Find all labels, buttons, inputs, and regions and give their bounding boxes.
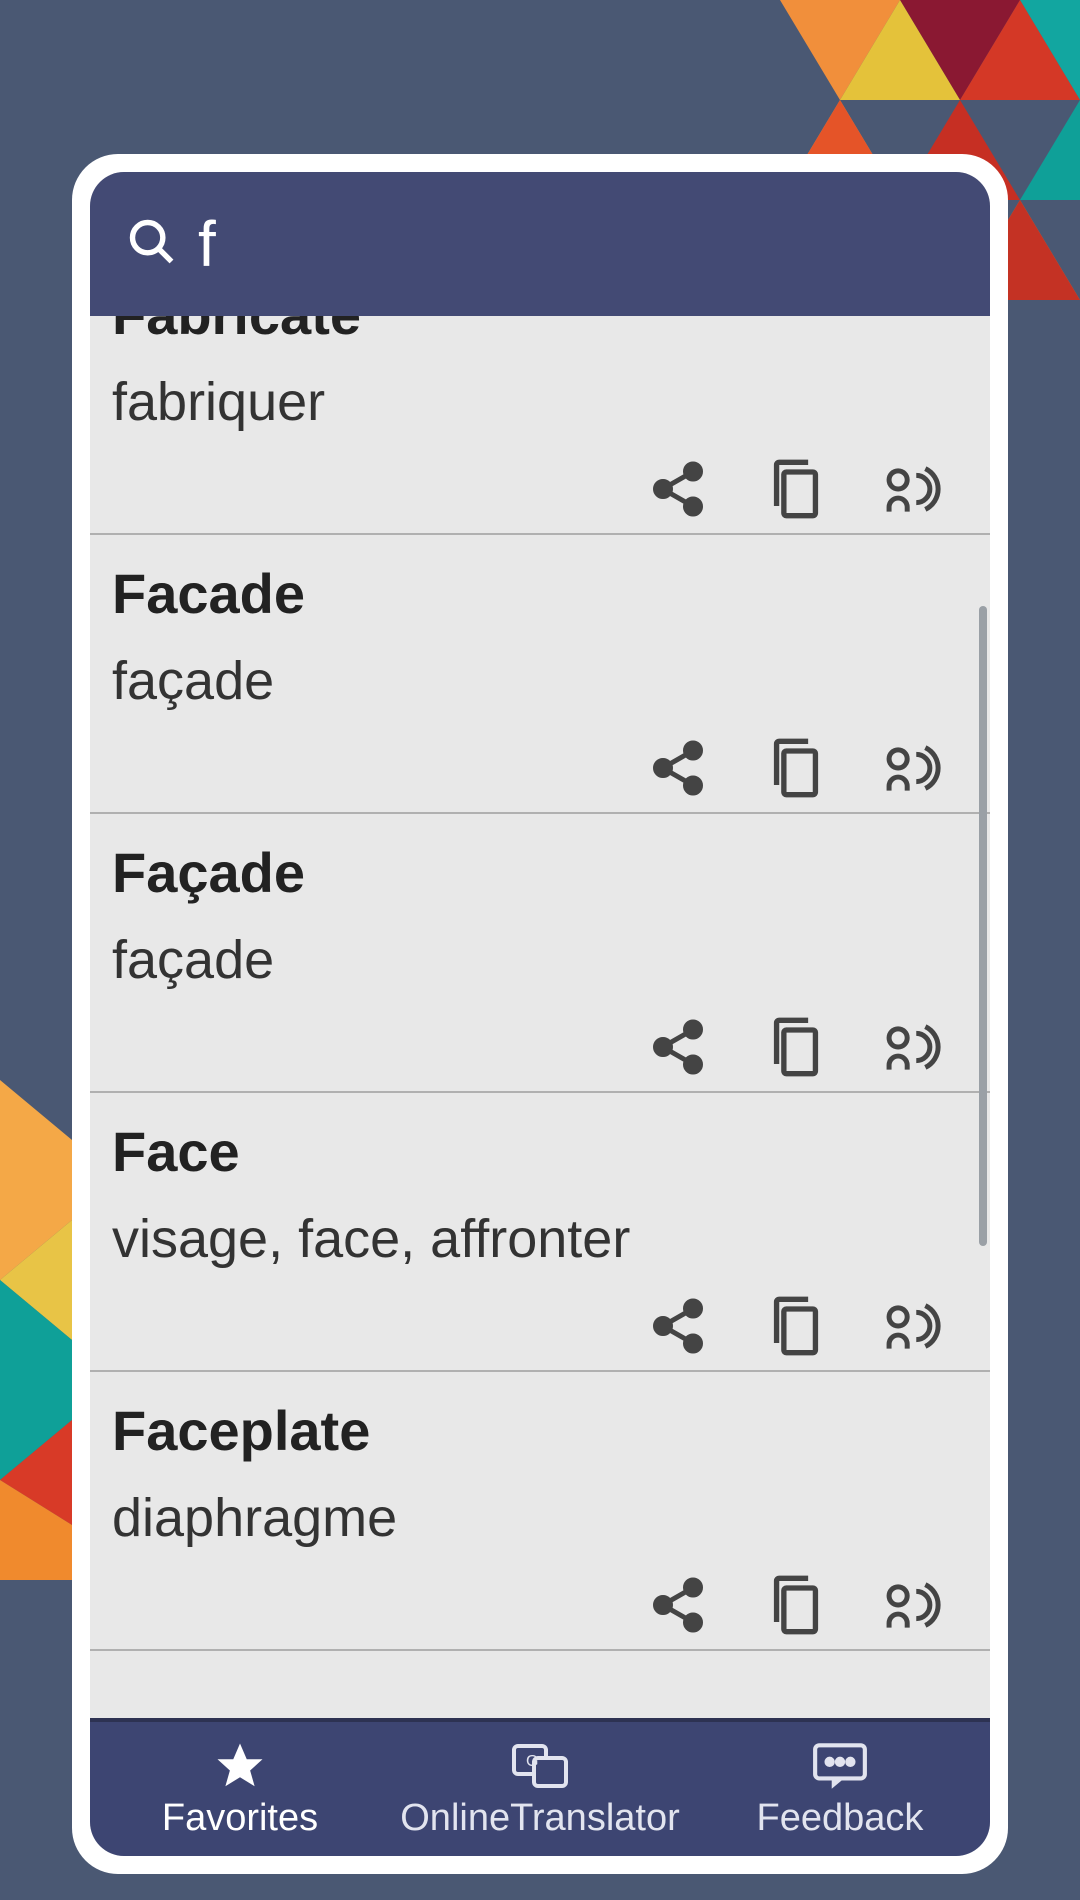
- star-icon: [213, 1739, 267, 1793]
- search-icon: [126, 216, 178, 273]
- share-icon[interactable]: [644, 1292, 712, 1360]
- list-item[interactable]: Façade façade: [90, 814, 990, 1093]
- results-list[interactable]: Fabricate fabriquer Facade façade Façade faça…: [90, 316, 990, 1718]
- word-title: Façade: [112, 840, 968, 905]
- share-icon[interactable]: [644, 455, 712, 523]
- word-translation: visage, face, affronter: [112, 1208, 968, 1270]
- word-title: Face: [112, 1119, 968, 1184]
- nav-label: Favorites: [162, 1797, 318, 1840]
- nav-feedback[interactable]: Feedback: [690, 1722, 990, 1856]
- copy-icon[interactable]: [762, 1013, 830, 1081]
- feedback-icon: [811, 1739, 869, 1793]
- list-item[interactable]: Face visage, face, affronter: [90, 1093, 990, 1372]
- bottom-nav: Favorites G OnlineTranslator: [90, 1718, 990, 1856]
- speak-icon[interactable]: [880, 1571, 948, 1639]
- share-icon[interactable]: [644, 734, 712, 802]
- nav-online-translator[interactable]: G OnlineTranslator: [390, 1722, 690, 1856]
- share-icon[interactable]: [644, 1013, 712, 1081]
- item-actions: [112, 455, 968, 523]
- item-actions: [112, 1571, 968, 1639]
- scrollbar-indicator: [979, 606, 987, 1246]
- phone-frame: Fabricate fabriquer Facade façade Façade faça…: [72, 154, 1008, 1874]
- copy-icon[interactable]: [762, 455, 830, 523]
- speak-icon[interactable]: [880, 1013, 948, 1081]
- list-item[interactable]: Fabricate fabriquer: [90, 316, 990, 535]
- search-input[interactable]: [198, 207, 990, 281]
- list-item[interactable]: Faceplate diaphragme: [90, 1372, 990, 1651]
- word-title: Faceplate: [112, 1398, 968, 1463]
- word-translation: diaphragme: [112, 1487, 968, 1549]
- word-title: Fabricate: [112, 316, 968, 347]
- word-translation: fabriquer: [112, 371, 968, 433]
- word-translation: façade: [112, 650, 968, 712]
- share-icon[interactable]: [644, 1571, 712, 1639]
- screen: Fabricate fabriquer Facade façade Façade faça…: [90, 172, 990, 1856]
- nav-favorites[interactable]: Favorites: [90, 1722, 390, 1856]
- copy-icon[interactable]: [762, 1571, 830, 1639]
- word-title: Facade: [112, 561, 968, 626]
- svg-text:G: G: [526, 1753, 538, 1770]
- copy-icon[interactable]: [762, 1292, 830, 1360]
- speak-icon[interactable]: [880, 734, 948, 802]
- word-translation: façade: [112, 929, 968, 991]
- copy-icon[interactable]: [762, 734, 830, 802]
- search-bar: [90, 172, 990, 316]
- translate-icon: G: [510, 1739, 570, 1793]
- speak-icon[interactable]: [880, 1292, 948, 1360]
- item-actions: [112, 1013, 968, 1081]
- speak-icon[interactable]: [880, 455, 948, 523]
- list-item[interactable]: Facade façade: [90, 535, 990, 814]
- nav-label: OnlineTranslator: [400, 1797, 680, 1840]
- item-actions: [112, 734, 968, 802]
- item-actions: [112, 1292, 968, 1360]
- nav-label: Feedback: [757, 1797, 924, 1840]
